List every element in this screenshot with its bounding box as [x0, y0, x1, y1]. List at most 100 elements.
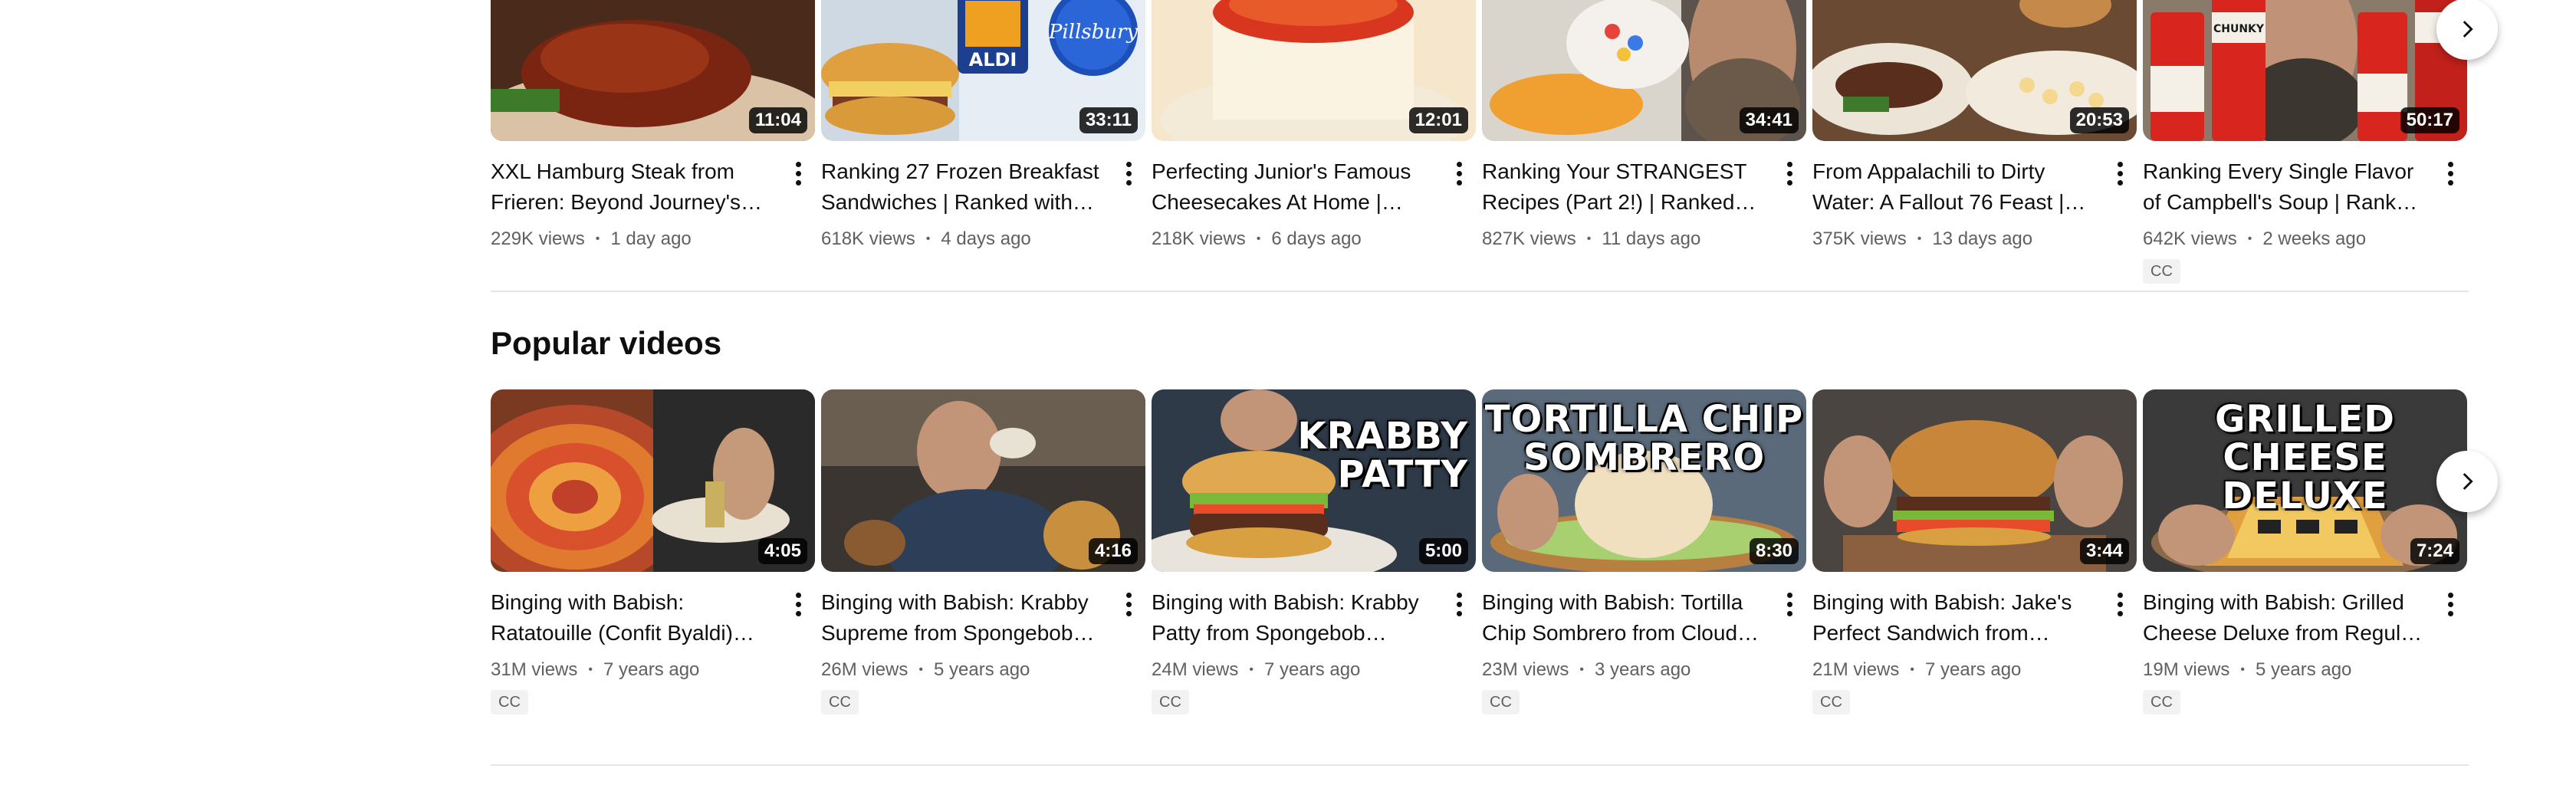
shelf-heading[interactable]: Popular videos: [491, 322, 2469, 365]
view-count: 23M views: [1482, 659, 1569, 680]
video-thumbnail[interactable]: GRILLED CHEESE DELUXE 7:24: [2143, 389, 2467, 572]
video-card[interactable]: 4:16 Binging with Babish: Krabby Supreme…: [821, 389, 1145, 714]
videos-row: 11:04 XXL Hamburg Steak from Frieren: Be…: [491, 0, 2498, 284]
video-card[interactable]: 11:04 XXL Hamburg Steak from Frieren: Be…: [491, 0, 815, 284]
upload-age: 7 years ago: [1263, 659, 1361, 680]
video-stats: 19M views • 5 years ago: [2143, 658, 2427, 682]
video-duration: 33:11: [1079, 107, 1138, 133]
video-stats: 218K views • 6 days ago: [1152, 227, 1436, 251]
video-details: Ranking 27 Frozen Breakfast Sandwiches |…: [821, 141, 1145, 251]
view-count: 24M views: [1152, 659, 1239, 680]
kebab-vertical-icon[interactable]: [1121, 158, 1136, 189]
kebab-vertical-icon[interactable]: [2112, 158, 2128, 189]
kebab-vertical-icon[interactable]: [2443, 589, 2458, 619]
video-card[interactable]: 3:44 Binging with Babish: Jake's Perfect…: [1812, 389, 2137, 714]
video-duration: 12:01: [1408, 107, 1468, 133]
video-thumbnail[interactable]: 3:44: [1812, 389, 2137, 572]
video-title[interactable]: Binging with Babish: Tortilla Chip Sombr…: [1482, 587, 1766, 649]
kebab-vertical-icon[interactable]: [1121, 589, 1136, 619]
view-count: 375K views: [1812, 228, 1907, 249]
shelf-next-button[interactable]: [2436, 451, 2498, 512]
kebab-vertical-icon[interactable]: [790, 158, 806, 189]
video-card[interactable]: 20:53 From Appalachili to Dirty Water: A…: [1812, 0, 2137, 284]
video-title[interactable]: From Appalachili to Dirty Water: A Fallo…: [1812, 156, 2097, 218]
kebab-vertical-icon[interactable]: [1451, 589, 1467, 619]
separator-dot: •: [2240, 663, 2245, 676]
kebab-vertical-icon[interactable]: [2112, 589, 2128, 619]
video-thumbnail[interactable]: CHUNKY 50:17: [2143, 0, 2467, 141]
kebab-vertical-icon[interactable]: [790, 589, 806, 619]
separator-dot: •: [1910, 663, 1914, 676]
upload-age: 11 days ago: [1602, 228, 1701, 249]
video-thumbnail[interactable]: 20:53: [1812, 0, 2137, 141]
video-title[interactable]: Perfecting Junior's Famous Cheesecakes A…: [1152, 156, 1436, 218]
video-details: Binging with Babish: Grilled Cheese Delu…: [2143, 572, 2467, 714]
video-thumbnail[interactable]: 11:04: [491, 0, 815, 141]
video-card[interactable]: 4:05 Binging with Babish: Ratatouille (C…: [491, 389, 815, 714]
video-details: From Appalachili to Dirty Water: A Fallo…: [1812, 141, 2137, 251]
video-card[interactable]: ALDI Pillsbury 33:11 Ranking 27 Frozen B…: [821, 0, 1145, 284]
video-title[interactable]: Binging with Babish: Grilled Cheese Delu…: [2143, 587, 2427, 649]
kebab-vertical-icon[interactable]: [2443, 158, 2458, 189]
video-thumbnail[interactable]: KRABBY PATTY 5:00: [1152, 389, 1476, 572]
video-stats: 618K views • 4 days ago: [821, 227, 1106, 251]
video-thumbnail[interactable]: TORTILLA CHIP SOMBRERO 8:30: [1482, 389, 1806, 572]
video-card[interactable]: 34:41 Ranking Your STRANGEST Recipes (Pa…: [1482, 0, 1806, 284]
view-count: 31M views: [491, 659, 578, 680]
separator-dot: •: [1579, 663, 1584, 676]
upload-age: 7 years ago: [1924, 659, 2022, 680]
video-card[interactable]: CHUNKY 50:17 Ranking Every Single Flavor…: [2143, 0, 2467, 284]
view-count: 618K views: [821, 228, 915, 249]
cc-badge: CC: [2143, 690, 2180, 714]
video-card[interactable]: TORTILLA CHIP SOMBRERO 8:30 Binging with…: [1482, 389, 1806, 714]
separator-dot: •: [1256, 232, 1261, 245]
upload-age: 5 years ago: [933, 659, 1030, 680]
shelf-next-button[interactable]: [2436, 0, 2498, 60]
video-details: Binging with Babish: Krabby Supreme from…: [821, 572, 1145, 714]
kebab-vertical-icon[interactable]: [1782, 589, 1797, 619]
video-card[interactable]: KRABBY PATTY 5:00 Binging with Babish: K…: [1152, 389, 1476, 714]
video-card[interactable]: 12:01 Perfecting Junior's Famous Cheesec…: [1152, 0, 1476, 284]
thumbnail-overlay-text: TORTILLA CHIP SOMBRERO: [1484, 398, 1804, 479]
video-stats: 375K views • 13 days ago: [1812, 227, 2097, 251]
upload-age: 13 days ago: [1932, 228, 2033, 249]
video-title[interactable]: Ranking Your STRANGEST Recipes (Part 2!)…: [1482, 156, 1766, 218]
video-thumbnail[interactable]: 4:05: [491, 389, 815, 572]
video-details: Binging with Babish: Jake's Perfect Sand…: [1812, 572, 2137, 714]
channel-page: 11:04 XXL Hamburg Steak from Frieren: Be…: [0, 0, 2576, 785]
video-card[interactable]: GRILLED CHEESE DELUXE 7:24 Binging with …: [2143, 389, 2467, 714]
video-thumbnail[interactable]: 12:01: [1152, 0, 1476, 141]
section-divider: [491, 291, 2469, 292]
video-duration: 7:24: [2410, 538, 2459, 564]
video-title[interactable]: Binging with Babish: Krabby Patty from S…: [1152, 587, 1436, 649]
video-title[interactable]: Ranking 27 Frozen Breakfast Sandwiches |…: [821, 156, 1106, 218]
video-stats: 31M views • 7 years ago: [491, 658, 775, 682]
view-count: 229K views: [491, 228, 585, 249]
separator-dot: •: [1586, 232, 1592, 245]
video-title[interactable]: Binging with Babish: Ratatouille (Confit…: [491, 587, 775, 649]
video-title[interactable]: Binging with Babish: Jake's Perfect Sand…: [1812, 587, 2097, 649]
separator-dot: •: [1249, 663, 1254, 676]
video-stats: 827K views • 11 days ago: [1482, 227, 1766, 251]
separator-dot: •: [2247, 232, 2252, 245]
video-title[interactable]: Ranking Every Single Flavor of Campbell'…: [2143, 156, 2427, 218]
video-stats: 23M views • 3 years ago: [1482, 658, 1766, 682]
videos-row: 4:05 Binging with Babish: Ratatouille (C…: [491, 389, 2498, 714]
separator-dot: •: [1917, 232, 1922, 245]
cc-badge: CC: [1482, 690, 1520, 714]
video-details: Binging with Babish: Tortilla Chip Sombr…: [1482, 572, 1806, 714]
video-thumbnail[interactable]: ALDI Pillsbury 33:11: [821, 0, 1145, 141]
kebab-vertical-icon[interactable]: [1782, 158, 1797, 189]
thumbnail-overlay-text: GRILLED CHEESE DELUXE: [2214, 398, 2396, 517]
kebab-vertical-icon[interactable]: [1451, 158, 1467, 189]
upload-age: 2 weeks ago: [2262, 228, 2367, 249]
separator-dot: •: [595, 232, 600, 245]
video-duration: 34:41: [1739, 107, 1799, 133]
view-count: 21M views: [1812, 659, 1900, 680]
view-count: 26M views: [821, 659, 909, 680]
video-thumbnail[interactable]: 34:41: [1482, 0, 1806, 141]
video-thumbnail[interactable]: 4:16: [821, 389, 1145, 572]
video-duration: 4:05: [757, 538, 807, 564]
video-title[interactable]: Binging with Babish: Krabby Supreme from…: [821, 587, 1106, 649]
video-title[interactable]: XXL Hamburg Steak from Frieren: Beyond J…: [491, 156, 775, 218]
